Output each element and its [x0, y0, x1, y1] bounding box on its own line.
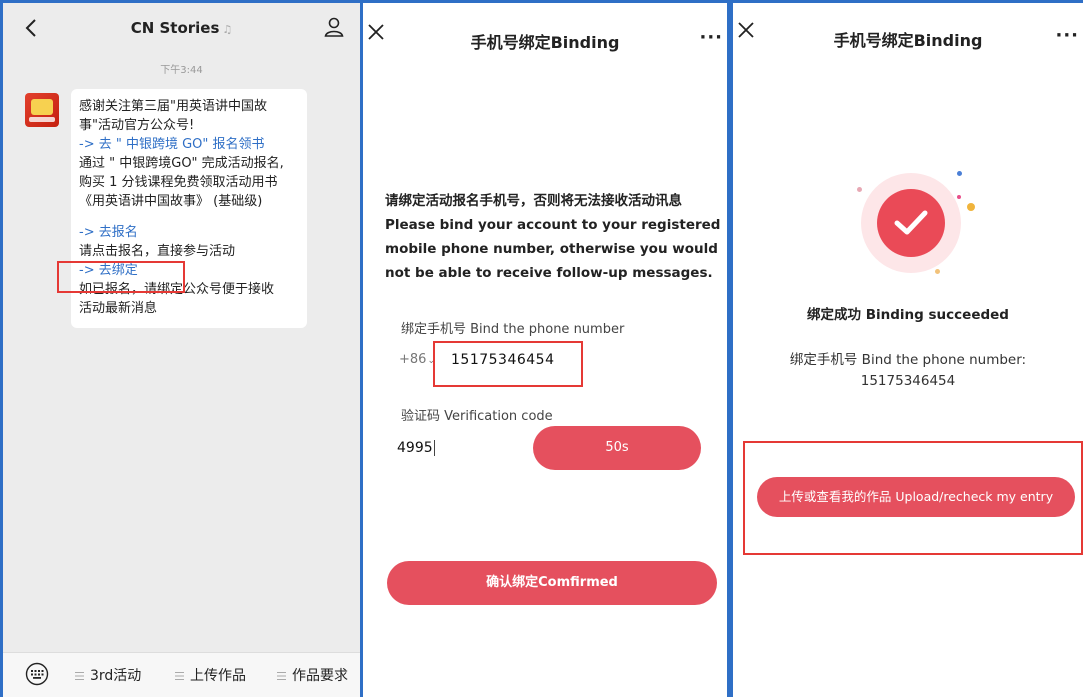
resend-code-button[interactable]: 50s: [533, 426, 701, 470]
menu-item-label: 上传作品: [190, 668, 246, 684]
menu-bar: 3rd活动 上传作品 作品要求: [3, 652, 360, 697]
menu-icon: [75, 672, 84, 680]
phone-highlight: [433, 341, 583, 387]
message-line: 通过 " 中银跨境GO" 完成活动报名,: [79, 156, 284, 171]
page-title: 手机号绑定Binding: [470, 33, 620, 52]
success-header: 手机号绑定Binding ···: [733, 3, 1083, 55]
message-time: 下午3:44: [160, 65, 203, 76]
menu-icon: [175, 672, 184, 680]
more-icon[interactable]: ···: [699, 27, 723, 48]
country-code: +86: [399, 352, 427, 367]
notice-line: Please bind your account to your registe…: [385, 217, 721, 233]
menu-icon: [277, 672, 286, 680]
account-avatar[interactable]: [25, 93, 59, 127]
verification-code-input[interactable]: 4995: [397, 440, 435, 456]
country-code-select[interactable]: +86⌄: [399, 352, 435, 367]
menu-item-label: 作品要求: [292, 668, 348, 684]
check-icon: [894, 210, 928, 235]
bound-phone-label: 绑定手机号 Bind the phone number:: [789, 352, 1027, 368]
upload-entry-button[interactable]: 上传或查看我的作品 Upload/recheck my entry: [757, 477, 1075, 517]
chat-title: CN Stories ♫: [3, 19, 360, 37]
binding-header: 手机号绑定Binding ···: [363, 3, 727, 55]
signup-link[interactable]: -> 去报名: [79, 223, 299, 242]
success-icon: [857, 171, 975, 274]
confirm-button[interactable]: 确认绑定Comfirmed: [387, 561, 717, 605]
success-message: 绑定成功 Binding succeeded: [807, 307, 1009, 323]
go-link[interactable]: -> 去 " 中银跨境 GO" 报名领书: [79, 135, 299, 154]
message-line: 感谢关注第三届"用英语讲中国故: [79, 99, 267, 114]
menu-item-3rd-activity[interactable]: 3rd活动: [75, 665, 141, 685]
profile-icon[interactable]: [322, 15, 346, 39]
chat-panel: CN Stories ♫ 下午3:44 感谢关注第三届"用英语讲中国故 事"活动官…: [0, 0, 363, 697]
success-panel: 手机号绑定Binding ··· 绑定成功 Binding succeeded …: [730, 0, 1083, 697]
notice-line: mobile phone number, otherwise you would: [385, 241, 718, 257]
more-icon[interactable]: ···: [1055, 25, 1079, 46]
menu-item-upload[interactable]: 上传作品: [175, 665, 246, 685]
bind-tip: 活动最新消息: [79, 301, 158, 316]
notice-line: not be able to receive follow-up message…: [385, 265, 713, 281]
page-title: 手机号绑定Binding: [833, 31, 983, 50]
message-line: 《用英语讲中国故事》 (基础级): [79, 194, 263, 209]
message-line: 购买 1 分钱课程免费领取活动用书: [79, 175, 278, 190]
keyboard-icon[interactable]: [25, 662, 49, 686]
chat-header: CN Stories ♫: [3, 3, 360, 53]
notice-line: 请绑定活动报名手机号，否则将无法接收活动讯息: [385, 193, 682, 209]
mute-icon: ♫: [222, 23, 233, 36]
binding-panel: 手机号绑定Binding ··· 请绑定活动报名手机号，否则将无法接收活动讯息 …: [363, 0, 730, 697]
signup-tip: 请点击报名，直接参与活动: [79, 244, 236, 259]
menu-item-label: 3rd活动: [90, 668, 142, 684]
code-field-label: 验证码 Verification code: [401, 409, 553, 424]
message-line: 事"活动官方公众号!: [79, 118, 195, 133]
chat-title-text: CN Stories: [130, 19, 220, 37]
bind-link-highlight: [57, 261, 185, 293]
bound-phone-number: 15175346454: [860, 373, 956, 389]
menu-item-requirements[interactable]: 作品要求: [277, 665, 348, 685]
binding-notice: 请绑定活动报名手机号，否则将无法接收活动讯息 Please bind your …: [385, 189, 721, 285]
phone-field-label: 绑定手机号 Bind the phone number: [401, 322, 625, 337]
